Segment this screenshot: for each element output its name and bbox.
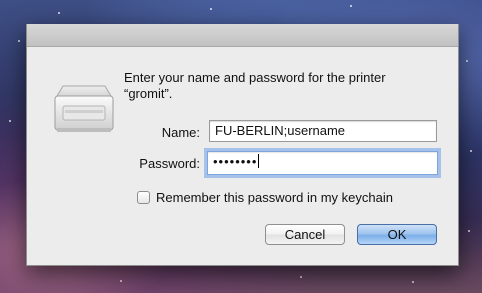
star [350, 5, 352, 7]
dialog-message: Enter your name and password for the pri… [124, 70, 444, 102]
message-line-2: “gromit”. [124, 86, 173, 101]
star [18, 40, 20, 42]
printer-auth-dialog: Enter your name and password for the pri… [26, 24, 459, 266]
ok-button[interactable]: OK [357, 224, 437, 245]
password-label: Password: [139, 156, 200, 171]
password-input-value: •••••••• [213, 154, 258, 169]
star [412, 281, 414, 283]
message-line-1: Enter your name and password for the pri… [124, 70, 386, 85]
dialog-titlebar [27, 24, 458, 47]
star [466, 60, 468, 62]
star [210, 8, 212, 10]
password-input[interactable]: •••••••• [207, 151, 438, 175]
star [468, 230, 470, 232]
remember-password-checkbox[interactable] [137, 191, 150, 204]
name-input[interactable]: FU-BERLIN;username [209, 120, 437, 142]
star [470, 150, 472, 152]
remember-password-label[interactable]: Remember this password in my keychain [156, 190, 393, 205]
star [9, 120, 11, 122]
star [120, 280, 122, 282]
cancel-button[interactable]: Cancel [265, 224, 345, 245]
printer-icon [49, 72, 119, 142]
star [300, 276, 302, 278]
name-input-value: FU-BERLIN;username [215, 123, 346, 138]
text-caret [258, 154, 260, 168]
star [58, 12, 60, 14]
name-label: Name: [161, 125, 200, 140]
